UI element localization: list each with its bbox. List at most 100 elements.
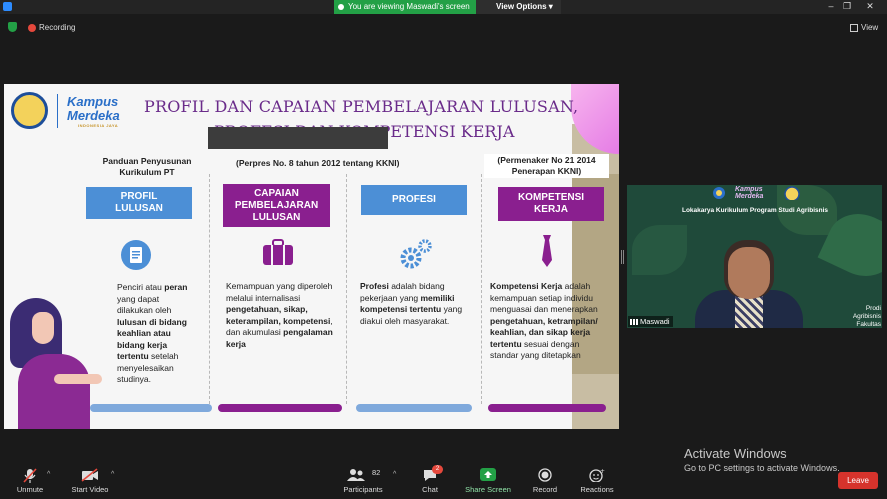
zoom-window: You are viewing Maswadi's screen View Op… [0, 0, 887, 499]
video-event-title: Lokakarya Kurikulum Program Studi Agribi… [681, 207, 829, 214]
view-button[interactable]: View [850, 22, 878, 34]
column-1-box: PROFIL LULUSAN [86, 187, 192, 219]
unmute-label: Unmute [16, 485, 44, 494]
participant-name: Maswadi [640, 317, 670, 326]
c3-t1: Profesi [360, 281, 389, 291]
record-label: Record [532, 485, 558, 494]
close-icon[interactable]: ✕ [862, 0, 878, 14]
illustration-person-face [32, 312, 54, 344]
record-dot-icon [28, 24, 36, 32]
reactions-button[interactable]: + Reactions [577, 463, 617, 499]
participants-icon [347, 469, 366, 481]
restore-icon[interactable]: ❐ [839, 0, 855, 14]
video-logo-text-2: Merdeka [735, 193, 764, 200]
c2-t0: Kemampuan yang diperoleh melalui interna… [226, 281, 333, 303]
illustration-person-body [18, 354, 90, 429]
column-2-box: CAPAIAN PEMBELAJARAN LULUSAN [223, 184, 330, 227]
column-2-head: (Perpres No. 8 tahun 2012 tentang KKNI) [236, 158, 400, 168]
muted-mic-icon [23, 468, 37, 483]
column-3-bar [356, 404, 472, 412]
viewing-banner-text: You are viewing Maswadi's screen [348, 2, 470, 11]
illustration-person-arm [54, 374, 102, 384]
university-logo-small [784, 186, 800, 200]
screen-share-icon [338, 4, 344, 10]
redaction-overlay [208, 127, 388, 149]
shared-slide: Kampus Merdeka INDONESIA JAYA PROFIL DAN… [4, 84, 619, 429]
column-2-bar [218, 404, 342, 412]
column-2-box-label: CAPAIAN PEMBELAJARAN LULUSAN [234, 187, 319, 223]
panel-resize-handle[interactable] [621, 250, 624, 264]
shield-icon[interactable] [8, 22, 17, 32]
logo-text-2: Merdeka [67, 108, 120, 123]
column-1-box-label: PROFIL LULUSAN [115, 191, 163, 214]
participants-button[interactable]: 82 Participants [340, 463, 386, 499]
unmute-button[interactable]: Unmute [10, 463, 50, 499]
audio-options-chevron-icon[interactable]: ^ [47, 471, 50, 478]
column-divider [481, 174, 482, 404]
tie-icon [542, 235, 552, 267]
column-3-body: Profesi adalah bidang pekerjaan yang mem… [360, 281, 468, 327]
share-screen-label: Share Screen [465, 485, 511, 494]
column-4-box: KOMPETENSI KERJA [498, 187, 604, 221]
recording-indicator[interactable]: Recording [28, 22, 75, 34]
meeting-toolbar: Unmute ^ Start Video ^ 82 Participants ^ [0, 463, 887, 499]
view-label: View [861, 23, 879, 32]
column-4-box-label: KOMPETENSI KERJA [517, 192, 585, 215]
svg-text:+: + [600, 468, 605, 475]
column-divider [209, 174, 210, 404]
zoom-app-icon [3, 2, 12, 11]
viewing-banner: You are viewing Maswadi's screen [334, 0, 476, 14]
column-4-head: (Permenaker No 21 2014 Penerapan KKNI) [484, 154, 609, 178]
gears-icon [400, 239, 432, 269]
column-divider [346, 174, 347, 404]
background-leaf [632, 225, 687, 275]
reactions-label: Reactions [580, 485, 614, 494]
column-3-box-label: PROFESI [392, 194, 436, 205]
reactions-icon: + [589, 468, 605, 482]
university-logo [11, 92, 48, 129]
c1-t1: peran [164, 282, 188, 292]
chat-label: Chat [422, 485, 438, 494]
c2-t1: pengetahuan, sikap, keterampilan, kompet… [226, 304, 331, 326]
logo-text-1: Kampus [67, 94, 119, 109]
view-options-label: View Options [496, 2, 547, 11]
signal-icon [630, 319, 638, 325]
activate-windows-title: Activate Windows [684, 446, 787, 461]
start-video-label: Start Video [71, 485, 109, 494]
logo-tagline: INDONESIA JAYA [78, 123, 119, 128]
view-options-button[interactable]: View Options ▾ [476, 0, 561, 14]
leave-button[interactable]: Leave [838, 472, 878, 489]
column-4-bar [488, 404, 606, 412]
video-caption: Prodi Agribisnis Fakultas Pertanian Univ… [852, 305, 881, 328]
participants-options-chevron-icon[interactable]: ^ [393, 471, 396, 478]
share-screen-button[interactable]: Share Screen [462, 463, 514, 499]
c4-t1: Kompetensi Kerja [490, 281, 563, 291]
column-1-body: Penciri atau peran yang dapat dilakukan … [117, 282, 195, 386]
tut-wuri-logo [713, 187, 725, 199]
video-options-chevron-icon[interactable]: ^ [111, 471, 114, 478]
speaker-face [728, 247, 770, 299]
column-3-box: PROFESI [361, 185, 467, 215]
slide-title-line1: PROFIL DAN CAPAIAN PEMBELAJARAN LULUSAN, [144, 97, 579, 116]
record-icon [538, 468, 552, 482]
record-button[interactable]: Record [528, 463, 562, 499]
share-screen-icon [480, 468, 496, 481]
logo-separator [57, 94, 58, 128]
kampus-merdeka-logo-small: Kampus Merdeka [735, 186, 763, 200]
recording-label: Recording [39, 23, 76, 32]
briefcase-icon [263, 239, 293, 265]
title-bar: You are viewing Maswadi's screen View Op… [0, 0, 887, 14]
start-video-button[interactable]: Start Video [66, 463, 114, 499]
column-2-body: Kemampuan yang diperoleh melalui interna… [226, 281, 338, 350]
video-logo-text-1: Kampus [735, 186, 763, 193]
chat-button[interactable]: 2 Chat [414, 463, 446, 499]
document-icon [121, 240, 151, 270]
column-1-head: Panduan Penyusunan Kurikulum PT [102, 156, 192, 177]
column-4-body: Kompetensi Kerja adalah kemampuan setiap… [490, 281, 602, 362]
grid-icon [850, 24, 858, 32]
participant-name-label: Maswadi [628, 316, 673, 327]
minimize-icon[interactable]: – [823, 0, 839, 14]
c1-t2: yang dapat dilakukan oleh [117, 293, 172, 316]
c1-t0: Penciri atau [117, 282, 165, 292]
participant-video-tile[interactable]: Kampus Merdeka Lokakarya Kurikulum Progr… [627, 185, 882, 328]
